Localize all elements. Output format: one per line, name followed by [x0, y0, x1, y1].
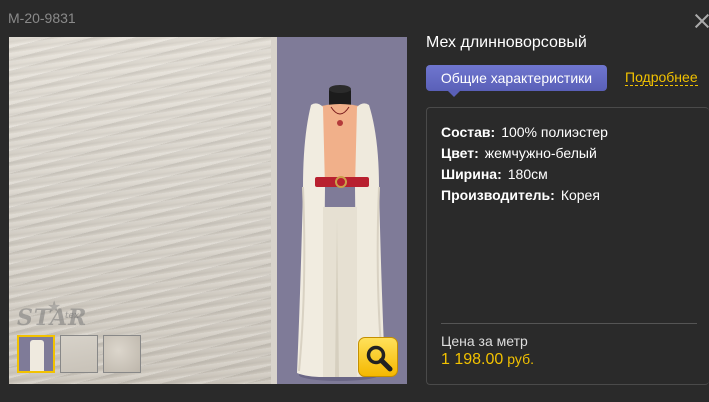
price-amount: 1 198.00 — [441, 351, 504, 368]
specs-panel: Состав: 100% полиэстер Цвет: жемчужно-белы… — [426, 107, 709, 385]
price-currency: руб. — [507, 351, 534, 367]
spec-row-manufacturer: Производитель: Корея — [441, 187, 600, 203]
mannequin-image — [277, 37, 407, 384]
thumbnail-mannequin[interactable] — [17, 335, 55, 373]
price-label: Цена за метр — [441, 333, 528, 349]
product-title: Мех длинноворсовый — [426, 34, 587, 51]
spec-value: 180см — [507, 166, 548, 182]
details-link[interactable]: Подробнее — [625, 69, 698, 86]
tab-general-characteristics[interactable]: Общие характеристики — [426, 65, 607, 97]
spec-value: жемчужно-белый — [484, 145, 597, 161]
price-value: 1 198.00 руб. — [441, 351, 534, 369]
product-sku: M-20-9831 — [8, 10, 76, 26]
startex-logo: ★ STAR tex — [11, 299, 111, 339]
spec-value: 100% полиэстер — [501, 124, 608, 140]
close-icon[interactable] — [695, 14, 709, 28]
spec-label: Состав: — [441, 124, 496, 140]
thumbnail-strip — [17, 335, 141, 373]
product-photo: ★ STAR tex — [9, 37, 407, 384]
thumbnail-fur-closeup[interactable] — [60, 335, 98, 373]
thumbnail-fur-texture[interactable] — [103, 335, 141, 373]
spec-label: Цвет: — [441, 145, 479, 161]
magnifier-icon — [366, 345, 393, 372]
spec-row-composition: Состав: 100% полиэстер — [441, 124, 608, 140]
logo-subtext: tex — [65, 311, 80, 321]
spec-label: Производитель: — [441, 187, 555, 203]
spec-value: Корея — [560, 187, 600, 203]
spec-label: Ширина: — [441, 166, 502, 182]
zoom-button[interactable] — [358, 337, 398, 377]
spec-row-width: Ширина: 180см — [441, 166, 548, 182]
spec-row-color: Цвет: жемчужно-белый — [441, 145, 597, 161]
price-divider — [441, 323, 697, 324]
